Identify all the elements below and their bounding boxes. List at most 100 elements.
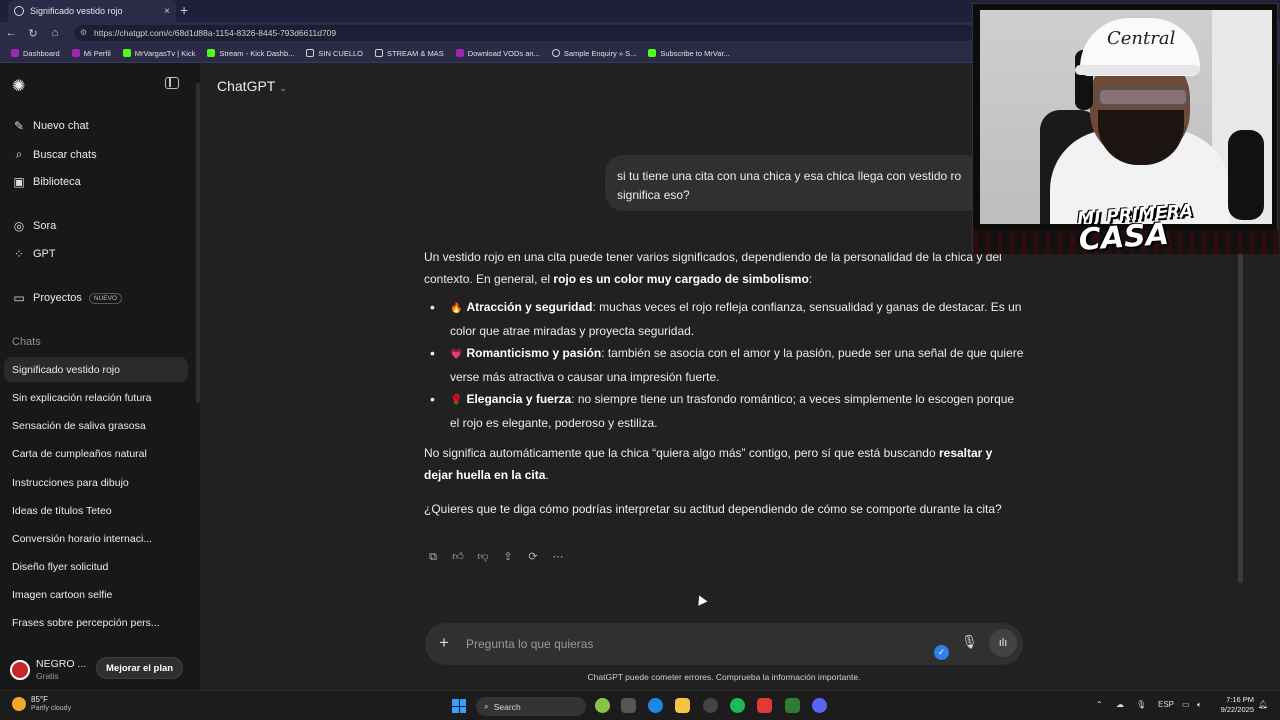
bookmark-sample-enquiry[interactable]: Sample Enquiry » S... [547, 49, 642, 58]
task-view-icon[interactable] [621, 698, 636, 713]
user-message: si tu tiene una cita con una chica y esa… [605, 155, 985, 211]
bookmark-sin-cuello[interactable]: SIN CUELLO [301, 49, 368, 58]
model-name: ChatGPT [217, 78, 276, 94]
chat-item[interactable]: Conversión horario internaci... [4, 526, 188, 551]
home-icon[interactable]: ⌂ [44, 27, 66, 39]
library-icon: ▣ [13, 175, 25, 189]
file-explorer-icon[interactable] [675, 698, 690, 713]
notification-bell-icon[interactable]: 🔔︎ [1258, 700, 1268, 709]
answer-paragraph: No significa automáticamente que la chic… [424, 446, 993, 482]
chat-item-active[interactable]: Significado vestido rojo [4, 357, 188, 382]
thumbs-up-icon[interactable]: 👍︎ [451, 550, 465, 564]
projects-button[interactable]: ▭ Proyectos NUEVO [12, 291, 123, 305]
bookmark-subscribe[interactable]: Subscribe to MrVar... [643, 49, 734, 58]
microphone-icon[interactable]: 🎙︎ [961, 634, 978, 650]
chat-item[interactable]: Carta de cumpleaños natural [4, 441, 188, 466]
tab-close-icon[interactable]: × [164, 6, 170, 17]
bookmark-mi-perfil[interactable]: Mi Perfil [67, 49, 116, 58]
chat-item[interactable]: Sensación de saliva grasosa [4, 413, 188, 438]
mouse-cursor-icon [694, 593, 708, 606]
url-field[interactable]: ⚙ https://chatgpt.com/c/68d1d88a-1154-83… [74, 25, 974, 41]
copy-icon[interactable]: ⧉ [426, 550, 440, 564]
chat-item[interactable]: Diseño flyer solicitud [4, 554, 188, 579]
browser-tab[interactable]: Significado vestido rojo × [8, 0, 176, 22]
library-button[interactable]: ▣ Biblioteca [12, 175, 80, 189]
sidebar: ✺ ✎ Nuevo chat ⌕ Buscar chats ▣ Bibliote… [0, 63, 200, 690]
regenerate-icon[interactable]: ⟳ [526, 550, 540, 564]
user-account[interactable]: NEGRO ... Gratis Mejorar el plan [0, 650, 200, 690]
language-indicator[interactable]: ESP [1158, 700, 1174, 709]
opera-icon[interactable] [757, 698, 772, 713]
chatgpt-app-icon[interactable] [703, 698, 718, 713]
weather-icon [12, 696, 26, 711]
bookmark-kick[interactable]: MrVargasTv | Kick [118, 49, 201, 58]
more-icon[interactable]: ⋯ [551, 550, 565, 564]
grid-icon: ⁘ [13, 247, 25, 261]
chat-item[interactable]: Instrucciones para dibujo [4, 470, 188, 495]
spotify-icon[interactable] [730, 698, 745, 713]
webcam-feed: Central [980, 10, 1272, 224]
voice-mode-button[interactable]: ılı [989, 629, 1017, 657]
prompt-input[interactable]: Pregunta lo que quieras [466, 637, 593, 651]
bookmark-kick-dashboard[interactable]: Stream - Kick Dashb... [202, 49, 299, 58]
chat-item[interactable]: Ideas de títulos Teteo [4, 498, 188, 523]
edit-icon: ✎ [13, 119, 25, 133]
stream-logo: MI PRIMERA CASA [1076, 201, 1194, 258]
url-text: https://chatgpt.com/c/68d1d88a-1154-8326… [94, 28, 337, 38]
new-tab-button[interactable]: + [180, 2, 188, 18]
back-icon[interactable]: ← [0, 27, 22, 39]
model-selector[interactable]: ChatGPT ⌄ [217, 78, 287, 94]
microphone-icon[interactable]: 🎙︎ [1136, 700, 1146, 709]
cap-text: Central [1107, 28, 1176, 49]
search-chats-button[interactable]: ⌕ Buscar chats [12, 147, 97, 162]
sora-icon: ◎ [13, 219, 25, 233]
folder-icon [306, 49, 315, 57]
cloud-icon[interactable]: ☁ [1116, 700, 1124, 709]
gpt-button[interactable]: ⁘ GPT [12, 247, 56, 261]
webcam-overlay: Central MI PRIMERA CASA [972, 3, 1279, 258]
disclaimer: ChatGPT puede cometer errores. Comprueba… [587, 672, 861, 682]
monitor-icon[interactable]: ▭ [1182, 700, 1190, 709]
assistant-message: Un vestido rojo en una cita puede tener … [424, 246, 1024, 526]
chevron-up-icon[interactable]: ⌃ [1096, 700, 1103, 709]
windows-start-icon[interactable] [452, 699, 466, 713]
excel-icon[interactable] [785, 698, 800, 713]
user-name: NEGRO ... [36, 658, 87, 670]
edge-icon[interactable] [648, 698, 663, 713]
app-icon[interactable] [595, 698, 610, 713]
upgrade-plan-button[interactable]: Mejorar el plan [96, 657, 184, 679]
chat-item[interactable]: Imagen cartoon selfie [4, 582, 188, 607]
bookmark-stream-mas[interactable]: STREAM & MAS [370, 49, 449, 58]
share-icon[interactable]: ⇪ [501, 550, 515, 564]
bookmark-dashboard[interactable]: Dashboard [6, 49, 65, 58]
search-icon: ⌕ [15, 147, 23, 161]
volume-icon[interactable]: 🔈︎ [1197, 700, 1202, 710]
weather-widget[interactable]: 85°F Partly cloudy [12, 695, 71, 712]
user-plan: Gratis [36, 671, 59, 681]
thumbs-down-icon[interactable]: 👎︎ [476, 550, 490, 564]
chatgpt-favicon-icon [14, 6, 24, 16]
message-actions: ⧉ 👍︎ 👎︎ ⇪ ⟳ ⋯ [426, 550, 565, 564]
chat-item[interactable]: Sin explicación relación futura [4, 385, 188, 410]
prompt-composer[interactable]: + Pregunta lo que quieras ✓ 🎙︎ ılı [425, 623, 1023, 665]
avatar[interactable] [10, 660, 30, 680]
chat-scrollbar[interactable] [1238, 253, 1243, 583]
bookmark-download-vods[interactable]: Download VODs an... [451, 49, 545, 58]
sora-button[interactable]: ◎ Sora [12, 219, 57, 233]
openai-logo-icon[interactable]: ✺ [12, 76, 25, 96]
sidebar-toggle-icon[interactable] [165, 77, 179, 89]
search-icon: ⌕ [484, 701, 489, 711]
plus-icon[interactable]: + [439, 633, 449, 653]
weather-text: Partly cloudy [31, 705, 72, 712]
reload-icon[interactable]: ↻ [22, 27, 44, 40]
rose-emoji: 🌹 [450, 395, 463, 406]
bookmark-icon [455, 49, 464, 57]
taskbar-search[interactable]: ⌕ Search [476, 697, 586, 716]
chat-item[interactable]: Frases sobre percepción pers... [4, 610, 188, 635]
folder-icon [375, 49, 384, 57]
site-info-icon[interactable]: ⚙ [80, 28, 87, 37]
clock[interactable]: 7:16 PM 9/22/2025 [1214, 695, 1254, 715]
new-chat-button[interactable]: ✎ Nuevo chat [12, 119, 89, 133]
bookmark-icon [11, 49, 19, 57]
discord-icon[interactable] [812, 698, 827, 713]
